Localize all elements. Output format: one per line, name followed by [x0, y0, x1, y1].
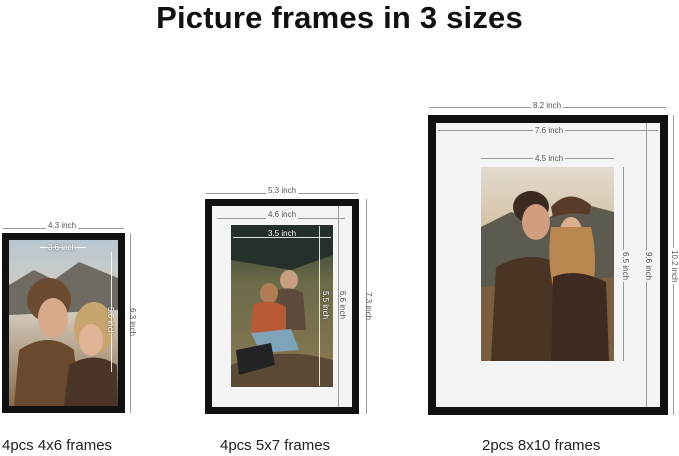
outer-height-label: 7.3 inch [364, 292, 373, 321]
caption-4x6: 4pcs 4x6 frames [2, 437, 113, 454]
photo-height-line [319, 226, 320, 386]
inner-height-label: 5.6 inch [106, 307, 115, 336]
photo-width-label: 4.5 inch [533, 154, 566, 163]
couple-photo-8x10 [481, 167, 614, 361]
mat-width-label: 4.6 inch [266, 210, 299, 219]
couple-photo-5x7 [231, 225, 333, 387]
outer-height-label: 10.2 inch [670, 248, 679, 285]
outer-width-label: 5.3 inch [266, 186, 299, 195]
outer-width-label: 4.3 inch [46, 221, 79, 230]
outer-height-label: 6.3 inch [128, 308, 137, 337]
caption-8x10: 2pcs 8x10 frames [482, 437, 601, 454]
mat-width-label: 7.6 inch [533, 126, 566, 135]
couple-photo-4x6 [9, 240, 118, 406]
caption-5x7: 4pcs 5x7 frames [220, 437, 331, 454]
photo-height-label: 5.5 inch [321, 291, 330, 320]
photo-height-label: 6.5 inch [621, 250, 630, 283]
photo-width-label: 3.5 inch [268, 229, 297, 238]
page-title: Picture frames in 3 sizes [156, 0, 523, 35]
outer-width-label: 8.2 inch [531, 101, 564, 110]
mat-height-label: 9.6 inch [644, 250, 653, 283]
mat-height-label: 6.6 inch [338, 291, 347, 320]
inner-width-label: 3.6 inch [48, 243, 77, 252]
